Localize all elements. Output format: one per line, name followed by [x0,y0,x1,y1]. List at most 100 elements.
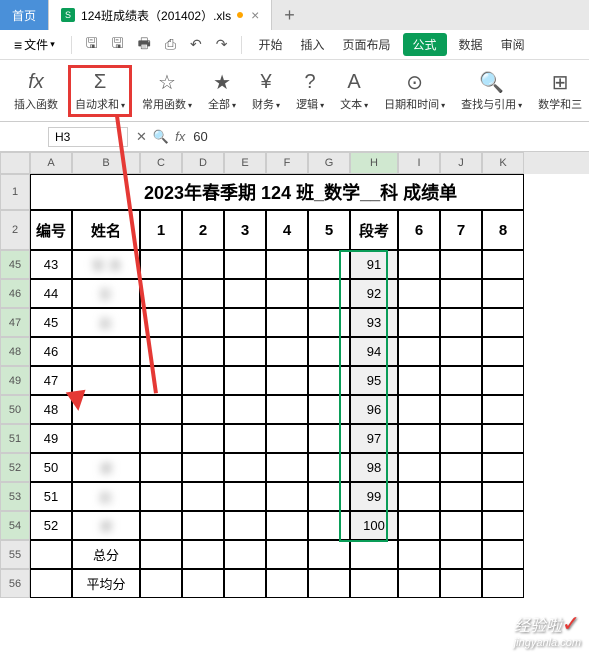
cell[interactable] [398,250,440,279]
ribbon-tab-formula[interactable]: 公式 [403,33,447,56]
cell[interactable] [140,453,182,482]
row-header[interactable]: 55 [0,540,30,569]
cell[interactable] [140,569,182,598]
cell[interactable] [140,337,182,366]
cell[interactable]: 95 [350,366,398,395]
cell[interactable] [482,308,524,337]
ribbon-tab-insert[interactable]: 插入 [295,33,331,56]
cell[interactable] [440,424,482,453]
cell[interactable] [398,366,440,395]
cell[interactable] [140,511,182,540]
ribbon-tab-layout[interactable]: 页面布局 [337,33,397,56]
cell[interactable] [266,308,308,337]
cell[interactable]: 赵 [72,482,140,511]
cell[interactable] [440,279,482,308]
print-icon[interactable]: 🖶 [134,30,155,60]
cell[interactable] [398,424,440,453]
cell[interactable]: 100 [350,511,398,540]
cell[interactable] [308,366,350,395]
column-header[interactable]: D [182,152,224,174]
datetime-button[interactable]: ⊙ 日期和时间▾ [378,68,451,114]
cell[interactable]: 47 [30,366,72,395]
row-header[interactable]: 2 [0,210,30,250]
cell[interactable] [266,453,308,482]
cell[interactable] [266,540,308,569]
column-header[interactable]: J [440,152,482,174]
cell[interactable] [224,366,266,395]
column-header[interactable]: G [308,152,350,174]
cell[interactable] [308,395,350,424]
cell[interactable]: 91 [350,250,398,279]
redo-icon[interactable]: ↷ [212,33,232,56]
cell[interactable]: 94 [350,337,398,366]
cell[interactable]: 92 [350,279,398,308]
cell[interactable] [182,540,224,569]
cell[interactable] [266,366,308,395]
finance-button[interactable]: ¥ 财务▾ [246,68,286,114]
row-header[interactable]: 45 [0,250,30,279]
cell[interactable]: 43 [30,250,72,279]
cell[interactable] [398,337,440,366]
cell[interactable]: 96 [350,395,398,424]
cell[interactable] [182,250,224,279]
row-header[interactable]: 52 [0,453,30,482]
tab-add-button[interactable]: + [272,0,307,30]
cell[interactable] [440,395,482,424]
cell[interactable] [182,511,224,540]
logic-button[interactable]: ? 逻辑▾ [290,68,330,114]
cell[interactable] [308,337,350,366]
cell[interactable]: 彭 [72,279,140,308]
print-preview-icon[interactable]: ⎙ [161,33,180,56]
cell[interactable] [72,395,140,424]
cell[interactable] [30,540,72,569]
cell[interactable] [140,279,182,308]
cell[interactable] [398,511,440,540]
cell[interactable] [224,540,266,569]
tab-file[interactable]: S 124班成绩表（201402）.xls × [49,0,272,30]
cell[interactable] [266,395,308,424]
row-header[interactable]: 48 [0,337,30,366]
cell[interactable] [482,250,524,279]
cell[interactable] [182,308,224,337]
cell[interactable]: 赵 [72,308,140,337]
cell[interactable] [482,482,524,511]
row-header[interactable]: 1 [0,174,30,210]
cell[interactable] [308,424,350,453]
cell[interactable] [72,424,140,453]
cell[interactable]: 97 [350,424,398,453]
row-header[interactable]: 51 [0,424,30,453]
row-header[interactable]: 46 [0,279,30,308]
fx-label-icon[interactable]: fx [175,129,185,145]
cell[interactable] [224,511,266,540]
cell[interactable] [224,569,266,598]
cell[interactable] [482,395,524,424]
cell[interactable]: 谢 [72,453,140,482]
cell[interactable] [440,453,482,482]
cell[interactable] [440,308,482,337]
cell[interactable] [182,424,224,453]
column-header[interactable]: I [398,152,440,174]
auto-sum-button[interactable]: Σ 自动求和▾ [68,65,132,117]
cell[interactable] [182,482,224,511]
cell[interactable] [398,308,440,337]
text-button[interactable]: A 文本▾ [334,68,374,114]
cell[interactable]: 谢 [72,511,140,540]
cell[interactable] [140,424,182,453]
cell[interactable] [140,308,182,337]
math-button[interactable]: ⊞ 数学和三 [532,68,588,114]
cell[interactable] [398,453,440,482]
column-header[interactable]: A [30,152,72,174]
cell[interactable] [224,424,266,453]
cell[interactable] [224,395,266,424]
cell[interactable] [182,453,224,482]
cell[interactable] [440,482,482,511]
cell[interactable] [482,453,524,482]
cell[interactable] [224,308,266,337]
cell[interactable]: 邹 涛 [72,250,140,279]
cell[interactable] [482,279,524,308]
cell[interactable] [350,569,398,598]
ribbon-tab-review[interactable]: 审阅 [495,33,531,56]
cell[interactable] [482,569,524,598]
row-header[interactable]: 49 [0,366,30,395]
ribbon-tab-start[interactable]: 开始 [252,33,288,56]
